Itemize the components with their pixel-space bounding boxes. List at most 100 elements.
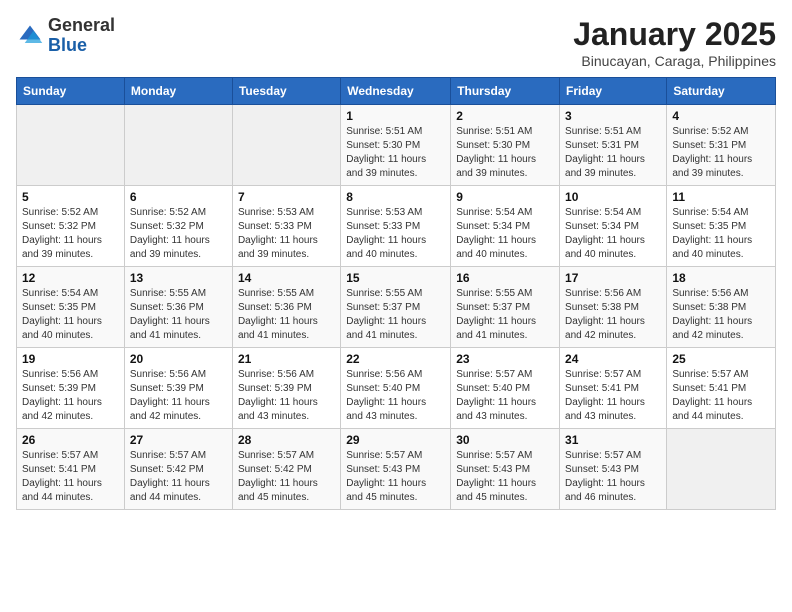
- weekday-header-friday: Friday: [560, 78, 667, 105]
- day-number: 13: [130, 271, 227, 285]
- day-info: Sunrise: 5:54 AM Sunset: 5:34 PM Dayligh…: [565, 206, 661, 262]
- calendar-cell: 14 Sunrise: 5:55 AM Sunset: 5:36 PM Dayli…: [232, 267, 340, 348]
- calendar-week-5: 26 Sunrise: 5:57 AM Sunset: 5:41 PM Dayli…: [17, 429, 776, 510]
- calendar-cell: 12 Sunrise: 5:54 AM Sunset: 5:35 PM Dayli…: [17, 267, 125, 348]
- day-info: Sunrise: 5:54 AM Sunset: 5:35 PM Dayligh…: [672, 206, 770, 262]
- day-number: 26: [22, 433, 119, 447]
- calendar-cell: 1 Sunrise: 5:51 AM Sunset: 5:30 PM Daylig…: [341, 105, 451, 186]
- calendar-cell: 19 Sunrise: 5:56 AM Sunset: 5:39 PM Dayli…: [17, 348, 125, 429]
- day-number: 4: [672, 109, 770, 123]
- calendar-cell: 15 Sunrise: 5:55 AM Sunset: 5:37 PM Dayli…: [341, 267, 451, 348]
- day-number: 28: [238, 433, 335, 447]
- day-number: 23: [456, 352, 554, 366]
- day-number: 21: [238, 352, 335, 366]
- calendar-week-3: 12 Sunrise: 5:54 AM Sunset: 5:35 PM Dayli…: [17, 267, 776, 348]
- calendar-cell: 2 Sunrise: 5:51 AM Sunset: 5:30 PM Daylig…: [451, 105, 560, 186]
- day-info: Sunrise: 5:56 AM Sunset: 5:40 PM Dayligh…: [346, 368, 445, 424]
- day-number: 3: [565, 109, 661, 123]
- calendar-cell: 20Sunrise: 5:56 AM Sunset: 5:39 PM Dayli…: [124, 348, 232, 429]
- day-info: Sunrise: 5:52 AM Sunset: 5:31 PM Dayligh…: [672, 125, 770, 181]
- weekday-header-row: SundayMondayTuesdayWednesdayThursdayFrid…: [17, 78, 776, 105]
- day-info: Sunrise: 5:57 AM Sunset: 5:40 PM Dayligh…: [456, 368, 554, 424]
- calendar-cell: 7Sunrise: 5:53 AM Sunset: 5:33 PM Daylig…: [232, 186, 340, 267]
- calendar-body: 1 Sunrise: 5:51 AM Sunset: 5:30 PM Daylig…: [17, 105, 776, 510]
- calendar-cell: 9 Sunrise: 5:54 AM Sunset: 5:34 PM Daylig…: [451, 186, 560, 267]
- calendar-cell: 25 Sunrise: 5:57 AM Sunset: 5:41 PM Dayli…: [667, 348, 776, 429]
- calendar-cell: 26 Sunrise: 5:57 AM Sunset: 5:41 PM Dayli…: [17, 429, 125, 510]
- day-info: Sunrise: 5:56 AM Sunset: 5:39 PM Dayligh…: [22, 368, 119, 424]
- weekday-header-wednesday: Wednesday: [341, 78, 451, 105]
- calendar-cell: [232, 105, 340, 186]
- calendar-week-4: 19 Sunrise: 5:56 AM Sunset: 5:39 PM Dayli…: [17, 348, 776, 429]
- calendar-cell: 21 Sunrise: 5:56 AM Sunset: 5:39 PM Dayli…: [232, 348, 340, 429]
- day-info: Sunrise: 5:57 AM Sunset: 5:43 PM Dayligh…: [565, 449, 661, 505]
- page-header: General Blue January 2025 Binucayan, Car…: [16, 16, 776, 69]
- day-number: 30: [456, 433, 554, 447]
- calendar-cell: 18 Sunrise: 5:56 AM Sunset: 5:38 PM Dayli…: [667, 267, 776, 348]
- calendar-cell: 17 Sunrise: 5:56 AM Sunset: 5:38 PM Dayli…: [560, 267, 667, 348]
- calendar-cell: 6 Sunrise: 5:52 AM Sunset: 5:32 PM Daylig…: [124, 186, 232, 267]
- day-number: 24: [565, 352, 661, 366]
- day-info: Sunrise: 5:54 AM Sunset: 5:34 PM Dayligh…: [456, 206, 554, 262]
- day-info: Sunrise: 5:55 AM Sunset: 5:36 PM Dayligh…: [238, 287, 335, 343]
- day-info: Sunrise: 5:52 AM Sunset: 5:32 PM Dayligh…: [22, 206, 119, 262]
- day-info: Sunrise: 5:55 AM Sunset: 5:37 PM Dayligh…: [346, 287, 445, 343]
- day-info: Sunrise: 5:56 AM Sunset: 5:38 PM Dayligh…: [672, 287, 770, 343]
- day-number: 18: [672, 271, 770, 285]
- calendar-cell: [124, 105, 232, 186]
- calendar-cell: 16 Sunrise: 5:55 AM Sunset: 5:37 PM Dayli…: [451, 267, 560, 348]
- day-number: 16: [456, 271, 554, 285]
- calendar-cell: 8 Sunrise: 5:53 AM Sunset: 5:33 PM Daylig…: [341, 186, 451, 267]
- day-number: 14: [238, 271, 335, 285]
- calendar-cell: 23 Sunrise: 5:57 AM Sunset: 5:40 PM Dayli…: [451, 348, 560, 429]
- day-info: Sunrise: 5:53 AM Sunset: 5:33 PM Dayligh…: [346, 206, 445, 262]
- logo-blue-text: Blue: [48, 35, 87, 55]
- calendar-week-1: 1 Sunrise: 5:51 AM Sunset: 5:30 PM Daylig…: [17, 105, 776, 186]
- day-info: Sunrise: 5:56 AM Sunset: 5:39 PM Dayligh…: [130, 368, 227, 424]
- weekday-header-saturday: Saturday: [667, 78, 776, 105]
- day-info: Sunrise: 5:54 AM Sunset: 5:35 PM Dayligh…: [22, 287, 119, 343]
- calendar-cell: 10Sunrise: 5:54 AM Sunset: 5:34 PM Dayli…: [560, 186, 667, 267]
- day-info: Sunrise: 5:57 AM Sunset: 5:43 PM Dayligh…: [346, 449, 445, 505]
- day-number: 19: [22, 352, 119, 366]
- calendar-cell: 24Sunrise: 5:57 AM Sunset: 5:41 PM Dayli…: [560, 348, 667, 429]
- day-info: Sunrise: 5:56 AM Sunset: 5:38 PM Dayligh…: [565, 287, 661, 343]
- calendar-cell: 29 Sunrise: 5:57 AM Sunset: 5:43 PM Dayli…: [341, 429, 451, 510]
- weekday-header-sunday: Sunday: [17, 78, 125, 105]
- day-number: 29: [346, 433, 445, 447]
- calendar-week-2: 5Sunrise: 5:52 AM Sunset: 5:32 PM Daylig…: [17, 186, 776, 267]
- day-number: 22: [346, 352, 445, 366]
- day-number: 2: [456, 109, 554, 123]
- day-info: Sunrise: 5:57 AM Sunset: 5:41 PM Dayligh…: [22, 449, 119, 505]
- calendar-subtitle: Binucayan, Caraga, Philippines: [573, 53, 776, 69]
- day-number: 12: [22, 271, 119, 285]
- day-number: 31: [565, 433, 661, 447]
- calendar-cell: 4 Sunrise: 5:52 AM Sunset: 5:31 PM Daylig…: [667, 105, 776, 186]
- day-number: 25: [672, 352, 770, 366]
- calendar-cell: [17, 105, 125, 186]
- title-block: January 2025 Binucayan, Caraga, Philippi…: [573, 16, 776, 69]
- day-info: Sunrise: 5:55 AM Sunset: 5:37 PM Dayligh…: [456, 287, 554, 343]
- day-info: Sunrise: 5:56 AM Sunset: 5:39 PM Dayligh…: [238, 368, 335, 424]
- calendar-cell: 27Sunrise: 5:57 AM Sunset: 5:42 PM Dayli…: [124, 429, 232, 510]
- calendar-cell: 28 Sunrise: 5:57 AM Sunset: 5:42 PM Dayli…: [232, 429, 340, 510]
- day-info: Sunrise: 5:57 AM Sunset: 5:41 PM Dayligh…: [672, 368, 770, 424]
- calendar-cell: 13Sunrise: 5:55 AM Sunset: 5:36 PM Dayli…: [124, 267, 232, 348]
- weekday-header-thursday: Thursday: [451, 78, 560, 105]
- day-info: Sunrise: 5:51 AM Sunset: 5:30 PM Dayligh…: [346, 125, 445, 181]
- day-info: Sunrise: 5:51 AM Sunset: 5:30 PM Dayligh…: [456, 125, 554, 181]
- day-number: 15: [346, 271, 445, 285]
- calendar-cell: 3 Sunrise: 5:51 AM Sunset: 5:31 PM Daylig…: [560, 105, 667, 186]
- day-number: 1: [346, 109, 445, 123]
- day-number: 9: [456, 190, 554, 204]
- day-number: 6: [130, 190, 227, 204]
- day-info: Sunrise: 5:57 AM Sunset: 5:43 PM Dayligh…: [456, 449, 554, 505]
- day-info: Sunrise: 5:57 AM Sunset: 5:42 PM Dayligh…: [238, 449, 335, 505]
- day-info: Sunrise: 5:51 AM Sunset: 5:31 PM Dayligh…: [565, 125, 661, 181]
- day-info: Sunrise: 5:53 AM Sunset: 5:33 PM Dayligh…: [238, 206, 335, 262]
- calendar-header: SundayMondayTuesdayWednesdayThursdayFrid…: [17, 78, 776, 105]
- day-info: Sunrise: 5:52 AM Sunset: 5:32 PM Dayligh…: [130, 206, 227, 262]
- calendar-cell: [667, 429, 776, 510]
- day-number: 8: [346, 190, 445, 204]
- day-number: 17: [565, 271, 661, 285]
